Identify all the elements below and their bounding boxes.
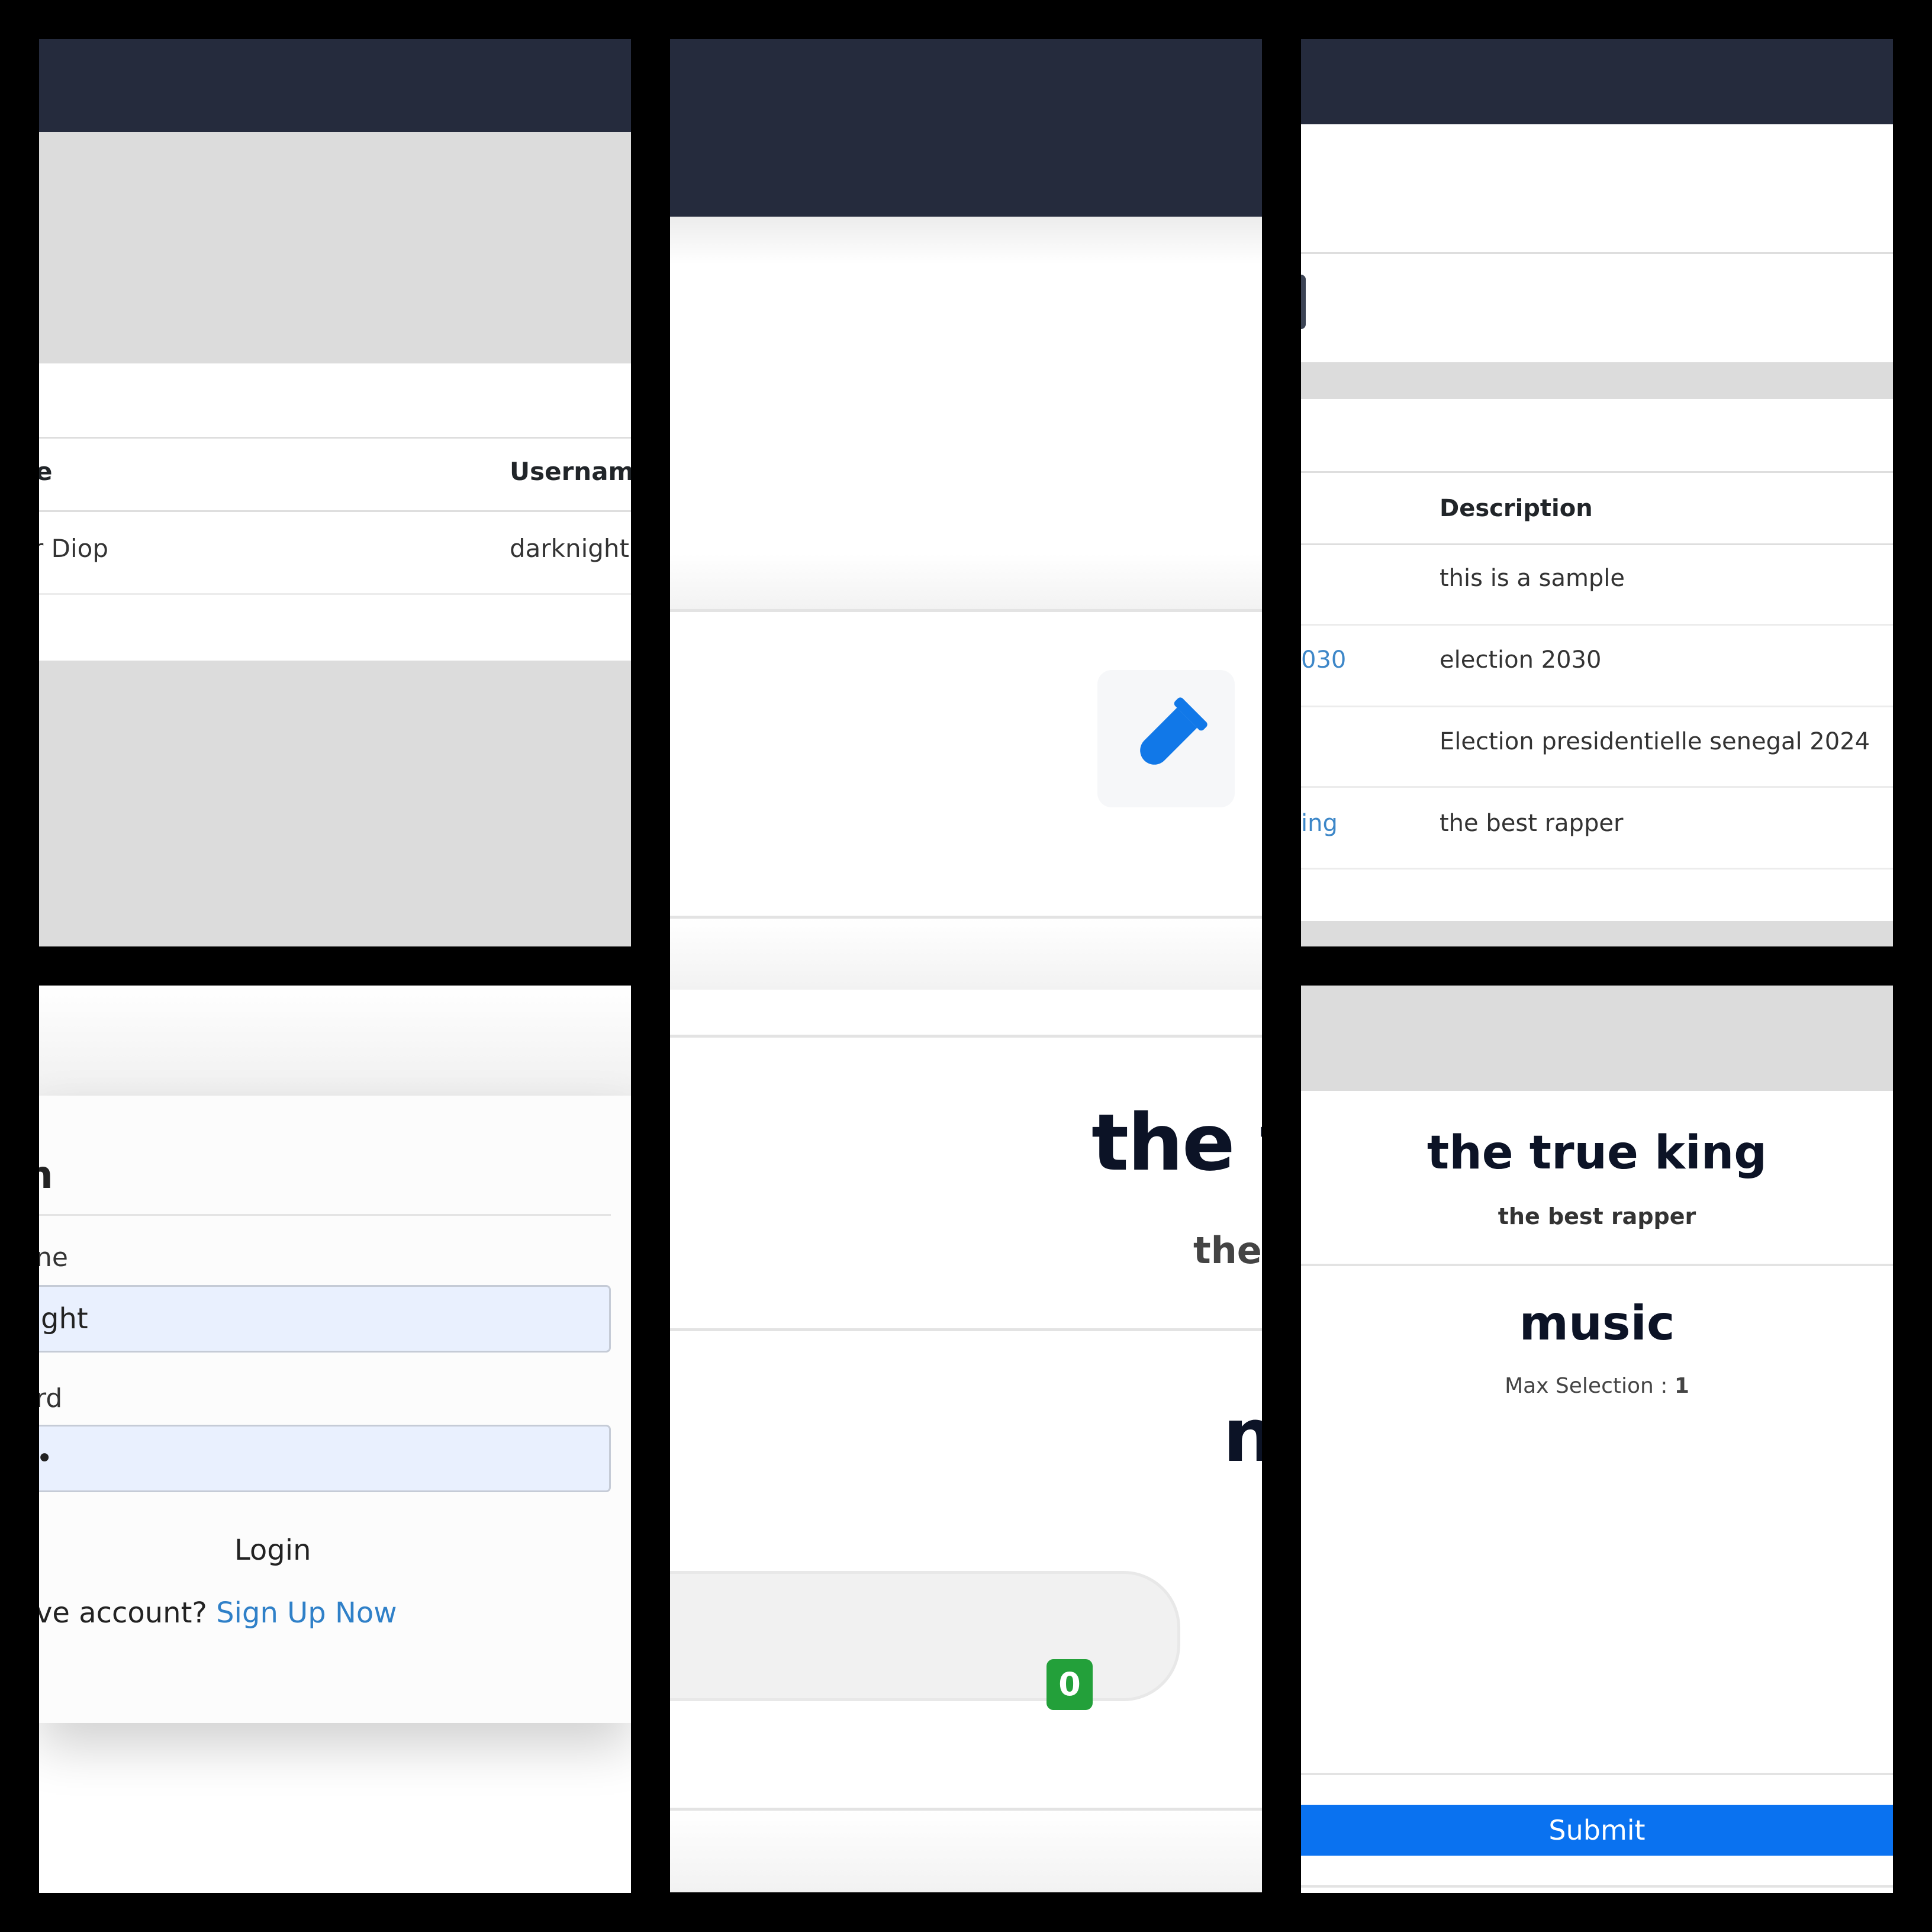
test-tube-icon (1140, 697, 1208, 765)
section-divider (1301, 1264, 1893, 1266)
ballot-panel: the true king the best rapper music Max … (1301, 986, 1893, 1893)
max-selection-label: Max Selection : (1505, 1374, 1668, 1398)
election-description-cell: election 2030 (1440, 646, 1602, 674)
login-panel: n ne ght rd • Login ve account? Sign Up … (39, 986, 631, 1893)
top-navbar (670, 39, 1262, 217)
top-navbar (39, 39, 631, 132)
election-description-cell: this is a sample (1440, 565, 1625, 592)
signup-prompt-text: ve account? (39, 1596, 207, 1630)
username-label: ne (39, 1242, 68, 1273)
election-title-link[interactable]: 030 (1301, 646, 1346, 674)
section-divider (670, 1035, 1262, 1038)
position-title: n (1223, 1393, 1262, 1479)
users-table-card: e Username r Diop darknight (39, 363, 631, 661)
title-divider (39, 1214, 611, 1216)
table-divider (39, 437, 631, 439)
login-card: n ne ght rd • Login ve account? Sign Up … (39, 1096, 631, 1723)
edit-election-button[interactable] (1097, 670, 1235, 807)
vote-count-badge: 0 (1046, 1659, 1093, 1710)
candidate-option[interactable] (670, 1571, 1180, 1701)
max-selection-value: 1 (1674, 1374, 1689, 1398)
password-label: rd (39, 1383, 63, 1413)
user-name-cell: r Diop (39, 534, 108, 563)
submit-button[interactable]: Submit (1301, 1805, 1893, 1856)
signup-prompt: ve account? Sign Up Now (39, 1596, 397, 1630)
section-divider (1301, 1773, 1893, 1775)
toolbar-button-edge[interactable] (1301, 275, 1306, 329)
user-username-cell: darknight (510, 534, 630, 563)
election-subtitle: the (1193, 1229, 1262, 1272)
signup-link[interactable]: Sign Up Now (216, 1596, 397, 1630)
username-input[interactable]: ght (39, 1285, 611, 1353)
login-title: n (39, 1154, 53, 1197)
top-navbar (1301, 39, 1893, 124)
section-divider (670, 1328, 1262, 1331)
username-column-header: Username (510, 457, 631, 486)
password-input[interactable]: • (39, 1425, 611, 1492)
name-column-header: e (39, 457, 53, 486)
login-button[interactable]: Login (234, 1534, 311, 1567)
election-title-link[interactable]: ing (1301, 810, 1338, 837)
table-divider (39, 593, 631, 595)
table-divider (39, 510, 631, 512)
election-description-cell: the best rapper (1440, 810, 1624, 837)
description-column-header: Description (1440, 495, 1593, 522)
position-title: music (1519, 1296, 1675, 1351)
section-divider (670, 609, 1262, 612)
election-description-cell: Election presidentielle senegal 2024 (1440, 728, 1870, 755)
ballot-election-description: the best rapper (1498, 1203, 1696, 1229)
users-panel: e Username r Diop darknight (39, 39, 631, 946)
election-card-panel: the t the n 0 (670, 39, 1262, 1892)
max-selection-info: Max Selection : 1 (1301, 1374, 1893, 1398)
elections-panel: Description this is a sample 030 electio… (1301, 39, 1893, 946)
ballot-election-title: the true king (1427, 1126, 1767, 1180)
election-title: the t (1091, 1097, 1262, 1189)
